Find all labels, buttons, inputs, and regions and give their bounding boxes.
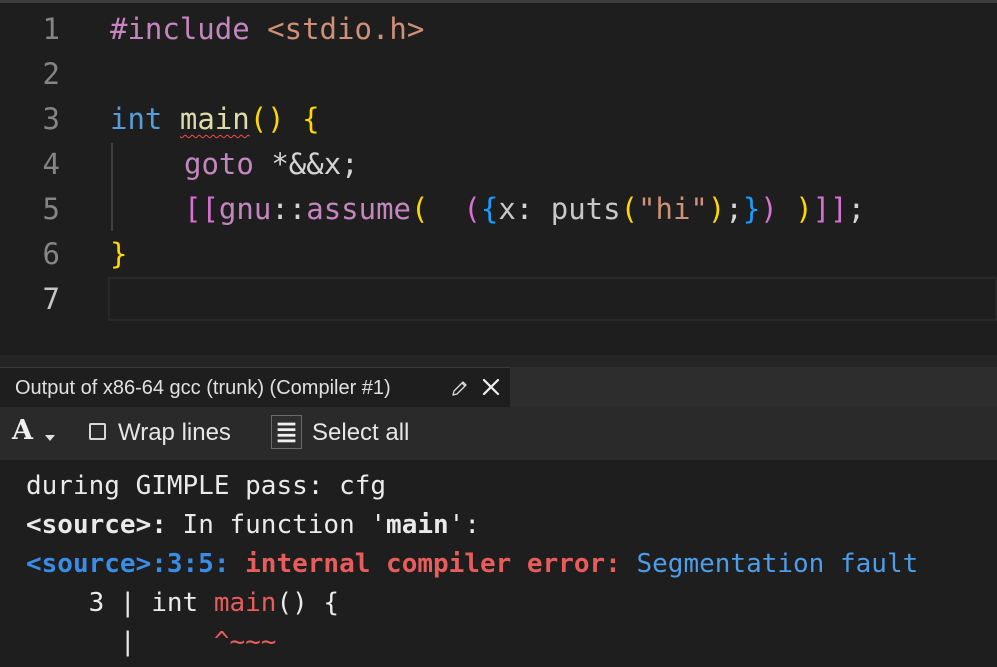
brace: { xyxy=(480,192,499,226)
code-line-7[interactable]: 7 xyxy=(0,277,997,322)
output-line-error: <source>:3:5: internal compiler error: S… xyxy=(26,544,918,584)
paren: ( xyxy=(411,192,429,226)
paren: ( xyxy=(249,102,268,136)
code-line-3[interactable]: 3 int main() { xyxy=(0,97,997,142)
code-text[interactable]: #include <stdio.h> xyxy=(110,7,424,52)
line-number: 7 xyxy=(42,282,60,316)
chevron-down-icon xyxy=(45,435,55,441)
semicolon: ; xyxy=(341,147,359,181)
code-line-6[interactable]: 6 } xyxy=(0,232,997,277)
attribute-close: ]] xyxy=(812,192,848,226)
wrap-lines-toggle[interactable]: Wrap lines xyxy=(86,417,251,449)
highlighted-function: main xyxy=(213,588,277,618)
paren: ( xyxy=(620,192,639,226)
pane-divider[interactable] xyxy=(0,355,997,367)
paren: ) xyxy=(760,192,778,226)
source-ref: <source> xyxy=(26,510,152,540)
error-kind: internal compiler error: xyxy=(245,549,621,579)
list-icon xyxy=(271,415,302,449)
scope-operator: :: xyxy=(271,192,307,226)
output-toolbar: A Wrap lines Select all xyxy=(0,407,997,460)
paren: ) xyxy=(795,192,813,226)
output-tab-bar: Output of x86-64 gcc (trunk) (Compiler #… xyxy=(0,367,997,407)
wrap-lines-checkbox[interactable] xyxy=(89,423,106,440)
code-text[interactable]: int main() { xyxy=(110,97,320,142)
code-editor[interactable]: 1 #include <stdio.h> 2 3 int main() { 4 … xyxy=(0,0,997,355)
label-name: x xyxy=(498,192,516,226)
line-number: 6 xyxy=(42,237,60,271)
source-excerpt: 3 | int xyxy=(26,588,214,618)
colon: : xyxy=(515,192,534,226)
semicolon: ; xyxy=(725,192,743,226)
line-number: 3 xyxy=(42,102,60,136)
source-excerpt-rest: () { xyxy=(276,588,340,618)
attribute-name: assume xyxy=(306,192,411,226)
message-text: In function ' xyxy=(166,510,387,540)
include-header: <stdio.h> xyxy=(267,12,425,46)
message-end: ': xyxy=(448,510,480,540)
brace: } xyxy=(742,192,761,226)
attribute-namespace: gnu xyxy=(218,192,272,226)
type-keyword: int xyxy=(110,102,163,136)
line-number: 1 xyxy=(42,12,60,46)
function-name: main xyxy=(386,510,449,540)
paren: ) xyxy=(707,192,726,226)
separator: : xyxy=(151,510,167,540)
font-icon: A xyxy=(12,415,33,446)
compiler-output[interactable]: during GIMPLE pass: cfg <source>: In fun… xyxy=(0,460,997,667)
error-location-link[interactable]: <source>:3:5: xyxy=(26,549,230,579)
font-size-button[interactable]: A xyxy=(8,413,60,453)
line-number: 2 xyxy=(42,57,60,91)
line-number: 4 xyxy=(42,147,60,181)
attribute-open: [[ xyxy=(184,192,219,226)
goto-keyword: goto xyxy=(184,147,254,181)
function-name-error[interactable]: main xyxy=(180,102,250,136)
select-all-button[interactable]: Select all xyxy=(270,414,430,452)
brace: } xyxy=(110,237,128,271)
function-call: puts xyxy=(550,192,621,226)
error-message: Segmentation fault xyxy=(636,549,919,579)
output-line: during GIMPLE pass: cfg xyxy=(26,471,387,501)
code-line-2[interactable]: 2 xyxy=(0,52,997,97)
code-text[interactable]: goto *&&x; xyxy=(184,142,359,187)
caret-prefix: | xyxy=(26,627,214,657)
paren: ( xyxy=(463,192,481,226)
select-all-label: Select all xyxy=(312,419,410,446)
output-line: | ^~~~ xyxy=(26,622,277,662)
output-line: 3 | int main() { xyxy=(26,583,339,623)
include-directive: #include xyxy=(110,12,250,46)
output-line: <source>: In function 'main': xyxy=(26,505,480,545)
code-line-4[interactable]: 4 goto *&&x; xyxy=(0,142,997,187)
close-icon[interactable] xyxy=(480,376,502,398)
goto-operand: *&&x xyxy=(271,147,342,181)
semicolon: ; xyxy=(847,192,866,226)
code-text[interactable]: [[gnu::assume( ({x: puts("hi");}) )]]; xyxy=(184,187,865,232)
code-line-5[interactable]: 5 [[gnu::assume( ({x: puts("hi");}) )]]; xyxy=(0,187,997,232)
line-number: 5 xyxy=(42,192,60,226)
brace: { xyxy=(302,102,320,136)
wrap-lines-label: Wrap lines xyxy=(118,419,231,446)
pencil-icon[interactable] xyxy=(450,378,470,398)
paren: ) xyxy=(267,102,285,136)
tab-title: Output of x86-64 gcc (trunk) (Compiler #… xyxy=(15,377,391,399)
caret-marker: ^~~~ xyxy=(213,627,277,657)
string-literal: "hi" xyxy=(638,192,708,226)
code-text[interactable]: } xyxy=(110,232,127,277)
code-line-1[interactable]: 1 #include <stdio.h> xyxy=(0,7,997,52)
output-tab[interactable]: Output of x86-64 gcc (trunk) (Compiler #… xyxy=(0,367,510,407)
